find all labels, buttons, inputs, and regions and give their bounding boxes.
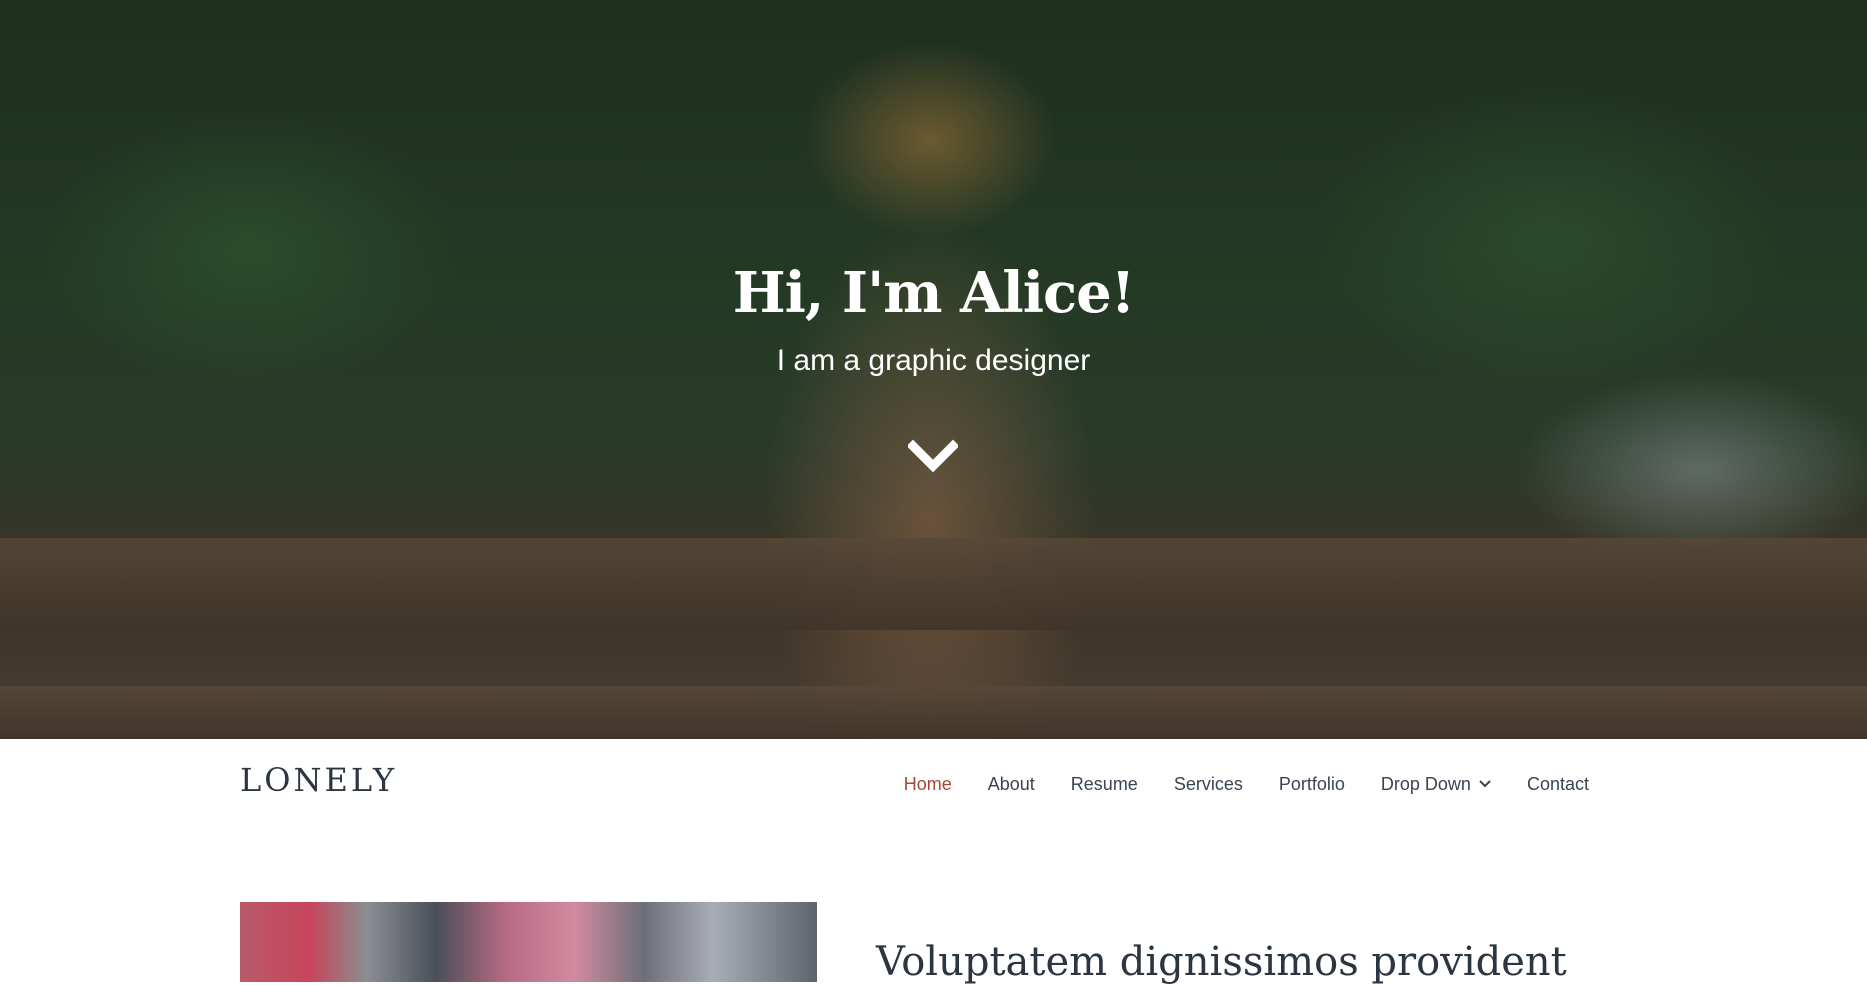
nav-item-home[interactable]: Home (886, 774, 970, 795)
main-nav: Home About Resume Services Portfolio Dro… (886, 739, 1607, 829)
nav-item-contact[interactable]: Contact (1509, 774, 1607, 795)
scroll-down-button[interactable] (906, 438, 960, 478)
nav-item-dropdown-label: Drop Down (1380, 773, 1471, 794)
site-logo[interactable]: LONELY (240, 761, 397, 799)
nav-item-about[interactable]: About (970, 774, 1053, 795)
hero-subtitle: I am a graphic designer (776, 344, 1091, 377)
nav-item-dropdown[interactable]: Drop Down (1363, 774, 1509, 795)
nav-item-resume[interactable]: Resume (1053, 774, 1156, 795)
hero-background-bench-top (0, 538, 1867, 630)
hero-title: Hi, I'm Alice! (732, 260, 1136, 326)
about-heading: Voluptatem dignissimos provident (876, 939, 1567, 985)
about-image (240, 902, 817, 982)
hero-section: Hi, I'm Alice! I am a graphic designer (0, 0, 1867, 739)
hero-background-bench-bottom (0, 686, 1867, 739)
nav-item-portfolio[interactable]: Portfolio (1261, 774, 1363, 795)
site-header: LONELY Home About Resume Services Portfo… (0, 739, 1867, 829)
about-section: Voluptatem dignissimos provident (0, 829, 1867, 985)
chevron-down-icon (906, 439, 960, 473)
chevron-down-icon (1479, 780, 1491, 788)
nav-item-services[interactable]: Services (1156, 774, 1261, 795)
